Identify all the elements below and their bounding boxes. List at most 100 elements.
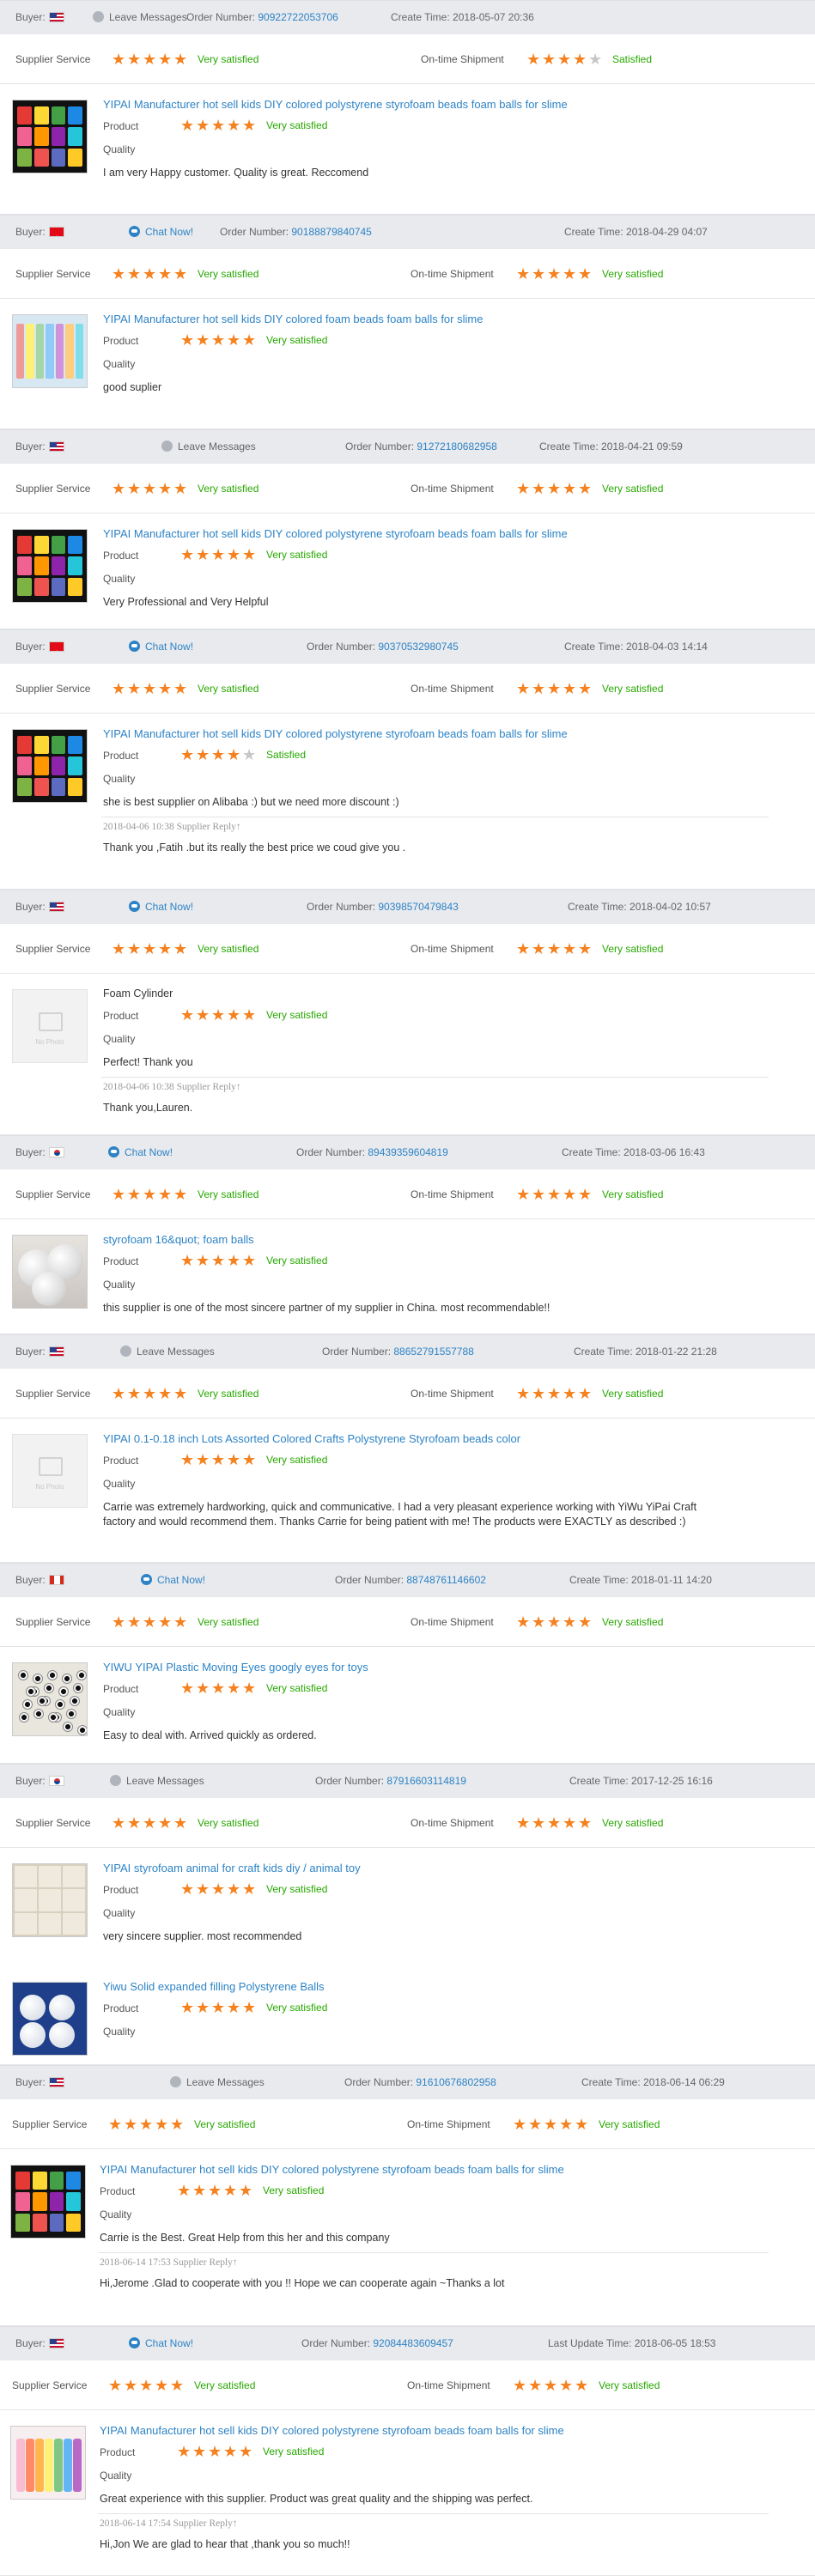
quality-label: Quality — [103, 573, 136, 585]
order-number-link[interactable]: 88652791557788 — [393, 1346, 473, 1358]
create-time: Create Time: 2018-04-03 14:14 — [564, 630, 708, 663]
ontime-shipment-stars: ★ ★ ★ ★ ★ — [516, 1171, 593, 1221]
product-thumbnail[interactable] — [12, 729, 88, 803]
product-thumbnail[interactable] — [12, 1863, 88, 1937]
order-number-link[interactable]: 90370532980745 — [378, 641, 458, 653]
star-icon: ★ — [563, 1186, 577, 1203]
ontime-shipment-label-wrap: On-time Shipment — [411, 1170, 494, 1219]
ontime-shipment-rating: ★ ★ ★ ★ ★ Very satisfied — [516, 1798, 663, 1850]
star-icon: ★ — [575, 2116, 589, 2133]
product-title-link[interactable]: styrofoam 16&quot; foam balls — [103, 1233, 254, 1246]
star-icon: ★ — [173, 940, 188, 957]
product-rating: ★ ★ ★ ★ ★ Very satisfied — [180, 547, 327, 562]
product-thumbnail[interactable] — [12, 1662, 88, 1736]
product-title-link[interactable]: Yiwu Solid expanded filling Polystyrene … — [103, 1980, 325, 1993]
review-comment: Perfect! Thank you — [103, 1056, 193, 1068]
product-thumbnail[interactable] — [10, 2426, 86, 2500]
buyer-bar: Buyer: Chat Now! Order Number: 92084483609… — [0, 2326, 815, 2360]
star-icon: ★ — [124, 2377, 138, 2394]
product-rating: ★ ★ ★ ★ ★ Very satisfied — [180, 1452, 327, 1467]
star-icon: ★ — [196, 1880, 210, 1898]
time-value: 2018-01-22 21:28 — [636, 1346, 717, 1358]
star-icon: ★ — [532, 940, 546, 957]
star-icon: ★ — [547, 480, 562, 497]
product-thumbnail[interactable] — [12, 1982, 88, 2056]
product-stars: ★ ★ ★ ★ ★ — [177, 2183, 254, 2198]
order-number-link[interactable]: 87916603114819 — [386, 1775, 466, 1787]
product-thumbnail[interactable] — [10, 2165, 86, 2239]
chat-now-button[interactable]: Chat Now! — [129, 630, 193, 663]
star-icon: ★ — [557, 51, 572, 68]
star-icon: ★ — [173, 51, 188, 68]
leave-messages-button[interactable]: Leave Messages — [120, 1335, 215, 1368]
order-number-link[interactable]: 88748761146602 — [406, 1574, 486, 1586]
supplier-service-text: Very satisfied — [198, 1188, 259, 1200]
chat-now-button[interactable]: Chat Now! — [129, 2327, 193, 2360]
chat-now-button[interactable]: Chat Now! — [141, 1564, 205, 1596]
product-thumbnail[interactable] — [12, 1235, 88, 1309]
star-icon: ★ — [143, 1186, 157, 1203]
star-icon: ★ — [158, 1613, 173, 1631]
order-number-link[interactable]: 90398570479843 — [378, 901, 458, 913]
star-icon: ★ — [180, 1006, 195, 1024]
supplier-service-label-wrap: Supplier Service — [15, 464, 90, 513]
star-icon: ★ — [112, 1814, 126, 1832]
ontime-shipment-stars: ★ ★ ★ ★ ★ — [516, 1599, 593, 1649]
chat-now-button[interactable]: Chat Now! — [108, 1136, 173, 1169]
buyer-label: Buyer: — [15, 11, 46, 23]
supplier-service-label: Supplier Service — [15, 683, 91, 695]
product-section: No Photo YIPAI 0.1-0.18 inch Lots Assorte… — [0, 1419, 815, 1561]
product-thumbnail[interactable] — [12, 314, 88, 388]
star-icon: ★ — [547, 1385, 562, 1402]
order-number-label: Order Number: — [344, 2076, 414, 2088]
order-number-link[interactable]: 91272180682958 — [417, 440, 496, 453]
ratings-row: Supplier Service ★ ★ ★ ★ ★ Very satisfied On-ti… — [0, 924, 815, 974]
review-comment: very sincere supplier. most recommended — [103, 1930, 302, 1942]
star-icon: ★ — [192, 2182, 207, 2199]
supplier-service-label-wrap: Supplier Service — [15, 1170, 90, 1219]
product-title-link[interactable]: YIPAI Manufacturer hot sell kids DIY col… — [103, 313, 483, 325]
product-thumbnail[interactable] — [12, 100, 88, 173]
leave-messages-button[interactable]: Leave Messages — [110, 1765, 204, 1797]
order-number-link[interactable]: 89439359604819 — [368, 1146, 447, 1158]
supplier-service-label: Supplier Service — [15, 53, 91, 65]
star-icon: ★ — [563, 680, 577, 697]
product-title-link[interactable]: YIPAI Manufacturer hot sell kids DIY col… — [100, 2424, 564, 2437]
product-title-link[interactable]: YIPAI Manufacturer hot sell kids DIY col… — [103, 527, 568, 540]
order-number-link[interactable]: 90922722053706 — [258, 11, 338, 23]
product-title-link[interactable]: YIWU YIPAI Plastic Moving Eyes googly ey… — [103, 1661, 368, 1674]
action-label: Chat Now! — [145, 641, 194, 653]
supplier-service-rating: ★ ★ ★ ★ ★ Very satisfied — [112, 924, 258, 975]
chat-now-button[interactable]: Chat Now! — [129, 890, 193, 923]
product-title-link[interactable]: YIPAI Manufacturer hot sell kids DIY col… — [100, 2163, 564, 2176]
supplier-service-text: Very satisfied — [198, 1388, 259, 1400]
product-title-link[interactable]: YIPAI styrofoam animal for craft kids di… — [103, 1862, 361, 1874]
order-number-link[interactable]: 91610676802958 — [416, 2076, 496, 2088]
product-title-link[interactable]: YIPAI 0.1-0.18 inch Lots Assorted Colore… — [103, 1432, 520, 1445]
leave-messages-button[interactable]: Leave Messages — [93, 1, 187, 33]
supplier-service-stars: ★ ★ ★ ★ ★ — [112, 465, 189, 515]
leave-messages-button[interactable]: Leave Messages — [161, 430, 256, 463]
product-thumbnail[interactable] — [12, 529, 88, 603]
order-number: Order Number: 91272180682958 — [345, 430, 497, 463]
supplier-service-stars: ★ ★ ★ ★ ★ — [112, 251, 189, 301]
star-icon: ★ — [239, 2182, 253, 2199]
star-icon: ★ — [158, 940, 173, 957]
product-title-link[interactable]: YIPAI Manufacturer hot sell kids DIY col… — [103, 98, 568, 111]
ontime-shipment-label: On-time Shipment — [411, 483, 494, 495]
product-title-link[interactable]: YIPAI Manufacturer hot sell kids DIY col… — [103, 727, 568, 740]
chat-now-button[interactable]: Chat Now! — [129, 216, 193, 248]
supplier-reply-label: Supplier Reply↑ — [173, 2257, 238, 2268]
star-icon: ★ — [588, 51, 603, 68]
product-thumbnail[interactable]: No Photo — [12, 989, 88, 1063]
leave-messages-button[interactable]: Leave Messages — [170, 2066, 265, 2099]
product-thumbnail[interactable]: No Photo — [12, 1434, 88, 1508]
buyer-info: Buyer: — [15, 1335, 64, 1368]
order-number-link[interactable]: 90188879840745 — [291, 226, 371, 238]
country-flag-icon — [48, 2338, 64, 2348]
star-icon: ★ — [173, 1814, 188, 1832]
order-number-link[interactable]: 92084483609457 — [373, 2337, 453, 2349]
ontime-shipment-label: On-time Shipment — [421, 53, 504, 65]
quality-label: Quality — [103, 1478, 136, 1490]
product-stars: ★ ★ ★ ★ ★ — [180, 1881, 258, 1897]
